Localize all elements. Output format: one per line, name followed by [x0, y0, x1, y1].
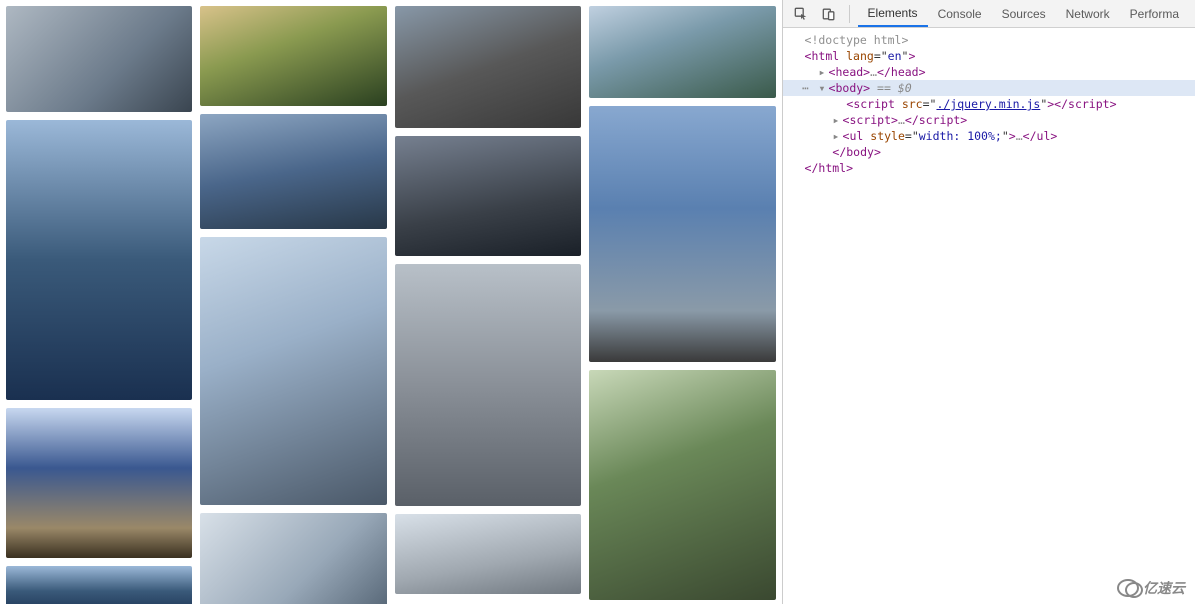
elements-dom-tree[interactable]: <!doctype html> <html lang="en"> ▸<head>…	[783, 28, 1195, 604]
dom-script-jquery[interactable]: <script src="./jquery.min.js"></script>	[783, 96, 1195, 112]
gallery-image[interactable]	[395, 136, 581, 256]
image-grid	[6, 6, 776, 604]
image-column	[589, 6, 775, 604]
tab-elements[interactable]: Elements	[858, 0, 928, 27]
gallery-image[interactable]	[6, 566, 192, 604]
gallery-image[interactable]	[200, 6, 386, 106]
dom-html-open[interactable]: <html lang="en">	[783, 48, 1195, 64]
inspect-element-icon[interactable]	[789, 2, 813, 26]
gallery-image[interactable]	[200, 237, 386, 505]
image-column	[200, 6, 386, 604]
expand-arrow-icon[interactable]: ▸	[833, 112, 843, 128]
gallery-image[interactable]	[6, 408, 192, 558]
gallery-image[interactable]	[200, 114, 386, 229]
devtools-tabs: ElementsConsoleSourcesNetworkPerforma	[858, 0, 1189, 27]
image-column	[395, 6, 581, 604]
devtools-toolbar: ElementsConsoleSourcesNetworkPerforma	[783, 0, 1195, 28]
dom-head[interactable]: ▸<head>…</head>	[783, 64, 1195, 80]
gallery-image[interactable]	[6, 6, 192, 112]
tab-network[interactable]: Network	[1056, 0, 1120, 27]
gallery-image[interactable]	[589, 6, 775, 98]
expand-arrow-icon[interactable]: ▸	[819, 64, 829, 80]
expand-arrow-icon[interactable]: ▸	[833, 128, 843, 144]
dom-body-open[interactable]: ⋯▾<body> == $0	[783, 80, 1195, 96]
device-toggle-icon[interactable]	[817, 2, 841, 26]
gallery-image[interactable]	[589, 106, 775, 362]
dom-html-close[interactable]: </html>	[783, 160, 1195, 176]
tab-console[interactable]: Console	[928, 0, 992, 27]
dom-body-close[interactable]: </body>	[783, 144, 1195, 160]
tab-performa[interactable]: Performa	[1120, 0, 1189, 27]
gallery-image[interactable]	[200, 513, 386, 604]
tab-sources[interactable]: Sources	[992, 0, 1056, 27]
collapse-arrow-icon[interactable]: ▾	[819, 80, 829, 96]
gallery-image[interactable]	[589, 370, 775, 600]
dom-script-inline[interactable]: ▸<script>…</script>	[783, 112, 1195, 128]
gallery-image[interactable]	[395, 264, 581, 506]
dom-ul[interactable]: ▸<ul style="width: 100%;">…</ul>	[783, 128, 1195, 144]
devtools-panel: ElementsConsoleSourcesNetworkPerforma <!…	[782, 0, 1195, 604]
gallery-image[interactable]	[395, 514, 581, 594]
dom-doctype[interactable]: <!doctype html>	[783, 32, 1195, 48]
gallery-image[interactable]	[6, 120, 192, 400]
toolbar-divider	[849, 5, 850, 23]
gallery-image[interactable]	[395, 6, 581, 128]
image-column	[6, 6, 192, 604]
page-viewport[interactable]	[0, 0, 782, 604]
